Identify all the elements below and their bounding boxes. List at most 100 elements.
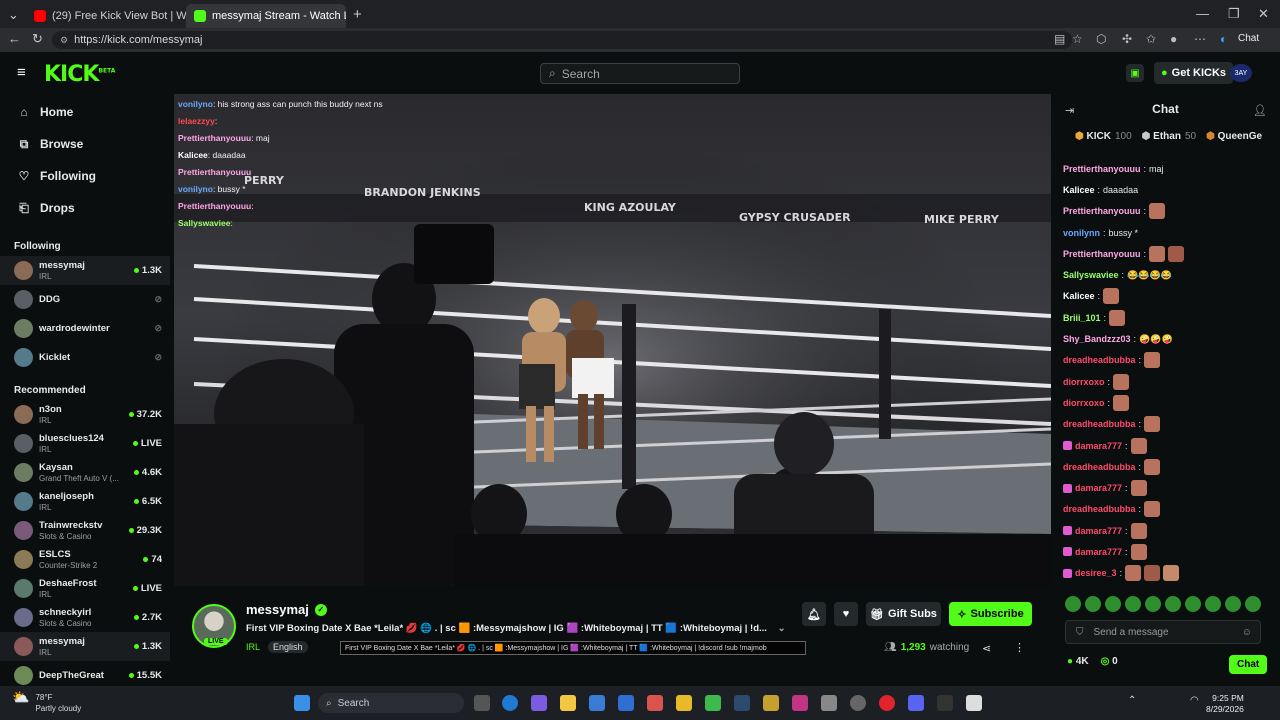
app-icon[interactable] xyxy=(676,695,692,711)
chat-message[interactable]: dreadheadbubba: xyxy=(1063,350,1273,371)
chat-username[interactable]: Prettierthanyouuu xyxy=(1063,206,1141,216)
quick-emote-icon[interactable] xyxy=(1205,596,1221,612)
chat-username[interactable]: desiree_3 xyxy=(1075,568,1117,578)
app-icon[interactable] xyxy=(647,695,663,711)
weather-widget[interactable]: ⛅ 78°F Partly cloudy xyxy=(12,690,81,714)
quick-emote-icon[interactable] xyxy=(1105,596,1121,612)
chat-message-input[interactable]: ⛉ Send a message ☺ xyxy=(1065,620,1261,644)
chat-username[interactable]: Briii_101 xyxy=(1063,313,1101,323)
quick-emote-icon[interactable] xyxy=(1065,596,1081,612)
reload-icon[interactable]: ↻ xyxy=(32,31,43,47)
chat-username[interactable]: Sallyswaviee xyxy=(1063,270,1119,280)
copilot-app-icon[interactable] xyxy=(531,695,547,711)
favorites-icon[interactable]: ✩ xyxy=(1146,32,1156,46)
tab-messymaj-stream[interactable]: messymaj Stream - Watch Live on ✕ xyxy=(186,4,346,28)
back-icon[interactable]: ← xyxy=(8,31,21,46)
notification-bell-button[interactable]: 🔔︎ xyxy=(802,602,826,626)
app-icon[interactable] xyxy=(850,695,866,711)
site-info-icon[interactable]: ⚙ xyxy=(60,35,68,46)
leaderboard-entry[interactable]: ⬢ Ethan 50 xyxy=(1142,131,1196,142)
get-kicks-button[interactable]: ● Get KICKs xyxy=(1154,62,1234,84)
sidebar-channel[interactable]: ESLCS Counter-Strike 2 74 xyxy=(0,545,170,574)
chat-username[interactable]: Shy_Bandzzz03 xyxy=(1063,334,1131,344)
chat-message[interactable]: damara777: xyxy=(1063,435,1273,456)
subscribe-button[interactable]: ✧ Subscribe xyxy=(949,602,1032,626)
quick-emote-icon[interactable] xyxy=(1085,596,1101,612)
chat-username[interactable]: dreadheadbubba xyxy=(1063,355,1136,365)
new-tab-icon[interactable]: + xyxy=(353,6,362,23)
chat-label[interactable]: Chat xyxy=(1238,33,1259,44)
app-icon[interactable] xyxy=(763,695,779,711)
share-icon[interactable]: ⋖ xyxy=(982,642,991,655)
close-window-icon[interactable]: ✕ xyxy=(1258,6,1269,22)
extension-icon[interactable]: ⬡ xyxy=(1096,32,1106,46)
chat-message[interactable]: Briii_101: xyxy=(1063,307,1273,328)
chat-username[interactable]: diorrxoxo xyxy=(1063,398,1105,408)
chat-username[interactable]: damara777 xyxy=(1075,441,1122,451)
chat-username[interactable]: damara777 xyxy=(1075,547,1122,557)
kick-logo[interactable]: KICKBETA xyxy=(44,62,115,87)
chat-username[interactable]: dreadheadbubba xyxy=(1063,419,1136,429)
taskbar-clock[interactable]: 9:25 PM 8/29/2026 xyxy=(1206,693,1244,715)
chat-username[interactable]: dreadheadbubba xyxy=(1063,504,1136,514)
sidebar-channel[interactable]: wardrodewinter ⊘ xyxy=(0,314,170,343)
chat-username[interactable]: Prettierthanyouuu xyxy=(1063,249,1141,259)
video-player[interactable]: BRANDON JENKINS KING AZOULAY GYPSY CRUSA… xyxy=(174,94,1051,586)
sidebar-channel[interactable]: Kicklet ⊘ xyxy=(0,343,170,372)
chat-message[interactable]: Prettierthanyouuu: xyxy=(1063,201,1273,222)
tab-free-kick-view-bot[interactable]: (29) Free Kick View Bot | Working ✕ xyxy=(26,4,186,28)
kicks-balance[interactable]: ● 4K xyxy=(1067,656,1089,667)
sidebar-channel[interactable]: messymaj IRL 1.3K xyxy=(0,632,170,661)
chat-username[interactable]: diorrxoxo xyxy=(1063,377,1105,387)
maximize-icon[interactable]: ❐ xyxy=(1228,6,1240,22)
chat-message[interactable]: Prettierthanyouuu: xyxy=(1063,243,1273,264)
quick-emote-icon[interactable] xyxy=(1225,596,1241,612)
instagram-icon[interactable] xyxy=(792,695,808,711)
chat-username[interactable]: Kalicee xyxy=(1063,185,1095,195)
expand-title-chevron-icon[interactable]: ⌄ xyxy=(778,623,786,634)
chat-message[interactable]: dreadheadbubba: xyxy=(1063,499,1273,520)
chat-message[interactable]: diorrxoxo: xyxy=(1063,392,1273,413)
quick-emote-icon[interactable] xyxy=(1185,596,1201,612)
chat-message[interactable]: damara777: xyxy=(1063,541,1273,562)
chat-message[interactable]: Sallyswaviee: 😂😂😂😂 xyxy=(1063,264,1273,285)
edge-browser-icon[interactable] xyxy=(502,695,518,711)
extensions-puzzle-icon[interactable]: ✣ xyxy=(1122,32,1132,46)
streamer-name[interactable]: messymaj xyxy=(246,602,309,617)
more-menu-icon[interactable]: ⋯ xyxy=(1194,32,1206,46)
chat-message[interactable]: desiree_3: xyxy=(1063,563,1273,584)
chat-message[interactable]: diorrxoxo: xyxy=(1063,371,1273,392)
chat-username[interactable]: damara777 xyxy=(1075,483,1122,493)
profile-avatar-icon[interactable]: ● xyxy=(1170,32,1177,46)
app-icon[interactable] xyxy=(937,695,953,711)
nav-browse[interactable]: ⧉ Browse xyxy=(0,128,170,160)
sidebar-channel[interactable]: bluesclues124 IRL LIVE xyxy=(0,429,170,458)
task-view-icon[interactable] xyxy=(474,695,490,711)
windows-start-icon[interactable] xyxy=(294,695,310,711)
quick-emote-icon[interactable] xyxy=(1165,596,1181,612)
quick-emote-icon[interactable] xyxy=(1245,596,1261,612)
opera-icon[interactable] xyxy=(879,695,895,711)
wifi-icon[interactable]: ◠ xyxy=(1190,695,1199,706)
chat-message[interactable]: damara777: xyxy=(1063,477,1273,498)
chat-message[interactable]: Kalicee: xyxy=(1063,286,1273,307)
hamburger-menu-icon[interactable]: ≡ xyxy=(17,64,26,81)
sidebar-channel[interactable]: kaneljoseph IRL 6.5K xyxy=(0,487,170,516)
chat-username[interactable]: damara777 xyxy=(1075,526,1122,536)
taskbar-search[interactable]: ⌕ Search xyxy=(318,693,464,713)
chat-username[interactable]: dreadheadbubba xyxy=(1063,462,1136,472)
minimize-icon[interactable]: — xyxy=(1196,6,1209,21)
follow-heart-button[interactable]: ♥ xyxy=(834,602,858,626)
chat-message[interactable]: vonilynn: bussy * xyxy=(1063,222,1273,243)
chat-message[interactable]: Shy_Bandzzz03: 🤪🤪🤪 xyxy=(1063,328,1273,349)
sidebar-channel[interactable]: Kaysan Grand Theft Auto V (... 4.6K xyxy=(0,458,170,487)
tab-list-chevron-icon[interactable]: ⌄ xyxy=(8,7,19,23)
sidebar-channel[interactable]: DeshaeFrost IRL LIVE xyxy=(0,574,170,603)
chat-message[interactable]: damara777: xyxy=(1063,520,1273,541)
category-link[interactable]: IRL xyxy=(246,642,260,652)
chat-users-icon[interactable]: 👤︎ xyxy=(1253,104,1267,117)
user-avatar[interactable]: 3AY xyxy=(1230,64,1252,82)
quick-emote-icon[interactable] xyxy=(1145,596,1161,612)
nav-drops[interactable]: ⎗ Drops xyxy=(0,192,170,224)
mail-icon[interactable] xyxy=(618,695,634,711)
